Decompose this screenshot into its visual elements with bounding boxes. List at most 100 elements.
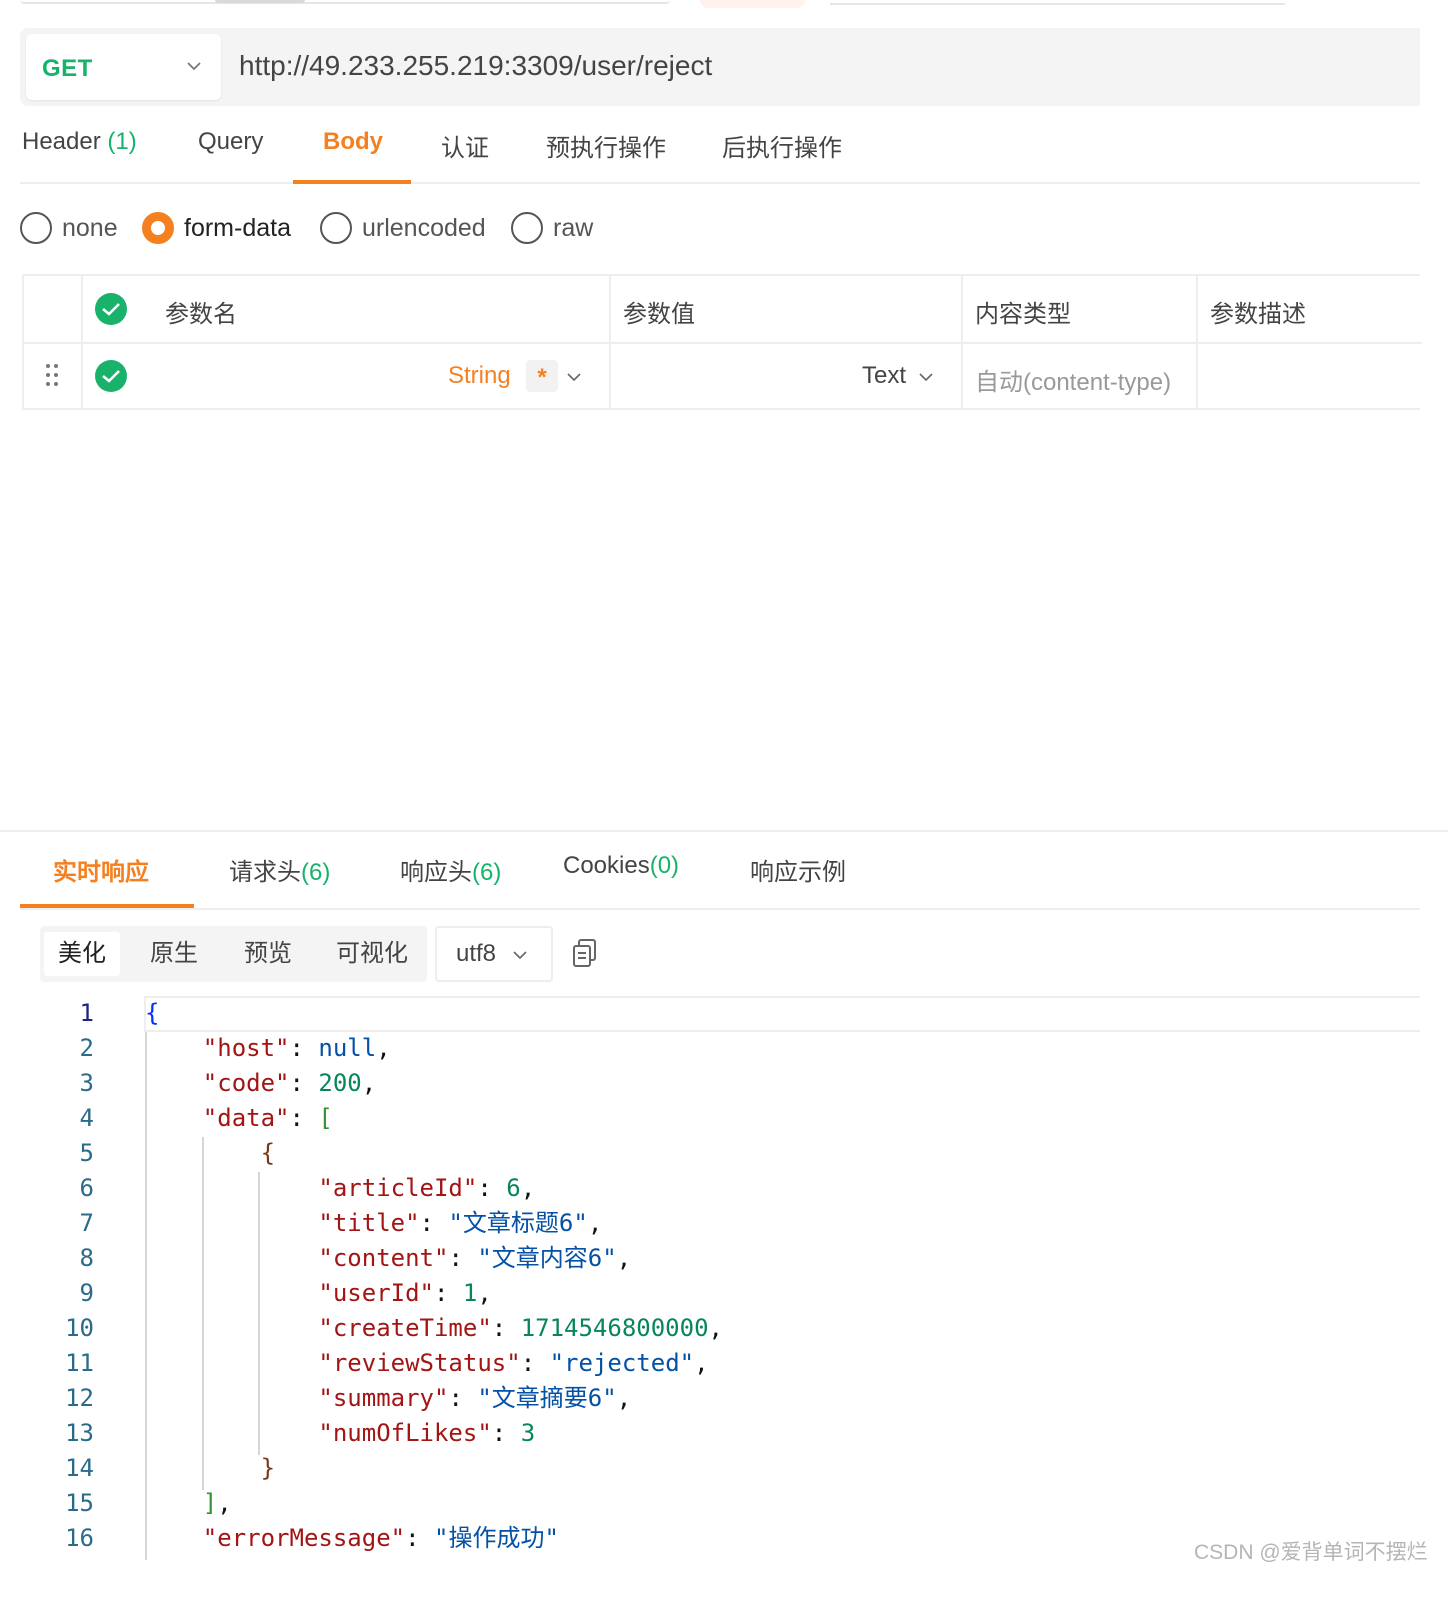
tab-header[interactable]: Header (1) [22,128,137,156]
json-key: "host" [202,1034,290,1062]
line-number: 1 [79,999,94,1027]
chevron-down-icon [187,62,201,71]
tab-count: (6) [472,859,502,886]
tab-label: 实时响应 [53,859,149,886]
header-content-type: 内容类型 [975,301,1071,328]
line-number: 4 [79,1104,94,1132]
header-param-value: 参数值 [623,301,695,328]
tab-label: 响应头 [400,859,472,886]
param-type-select[interactable]: String [448,362,511,390]
code-line: 14 } [40,1451,1420,1486]
method-label: GET [42,55,93,82]
json-value: 200 [318,1069,362,1097]
code-line: 15 ], [40,1486,1420,1521]
tab-response-headers[interactable]: 响应头(6) [400,852,501,887]
code-line: 12 "summary": "文章摘要6", [40,1381,1420,1416]
line-number: 5 [79,1139,94,1167]
tab-cookies[interactable]: Cookies(0) [563,852,679,880]
view-raw[interactable]: 原生 [134,932,214,976]
encoding-select[interactable]: utf8 [435,926,553,982]
code-line: 5 { [40,1136,1420,1171]
json-key: "data" [202,1104,290,1132]
row-checkbox[interactable] [95,360,127,392]
view-pretty[interactable]: 美化 [44,932,120,976]
drag-handle-icon[interactable] [46,364,62,388]
check-icon [102,370,120,383]
json-key: "errorMessage" [202,1524,406,1552]
json-key: "summary" [318,1384,449,1412]
required-toggle[interactable]: * [526,360,558,392]
content-type-input[interactable]: 自动(content-type) [975,362,1171,397]
line-number: 14 [65,1454,94,1482]
line-number: 10 [65,1314,94,1342]
json-key: "content" [318,1244,449,1272]
url-bar: GET http://49.233.255.219:3309/user/reje… [20,28,1420,106]
code-line: 9 "userId": 1, [40,1276,1420,1311]
chevron-down-icon [513,951,527,960]
active-tab-indicator [293,180,411,184]
tab-label: 响应示例 [750,859,846,886]
code-line: 11 "reviewStatus": "rejected", [40,1346,1420,1381]
tab-live-response[interactable]: 实时响应 [53,852,149,887]
json-key: "title" [318,1209,420,1237]
chevron-down-icon[interactable] [919,372,933,382]
line-number: 12 [65,1384,94,1412]
method-select[interactable]: GET [26,34,221,100]
json-value: "文章标题6" [448,1209,588,1237]
tab-request-headers[interactable]: 请求头(6) [229,852,330,887]
value-type-select[interactable]: Text [862,362,906,390]
copy-icon[interactable] [572,938,598,968]
header-param-name: 参数名 [165,301,237,328]
radio-circle [511,212,543,244]
tab-label: 后执行操作 [722,135,842,162]
radio-label: raw [553,214,594,242]
top-strip-accent [700,0,805,8]
line-number: 8 [79,1244,94,1272]
tab-response-examples[interactable]: 响应示例 [750,852,846,887]
url-input[interactable]: http://49.233.255.219:3309/user/reject [239,50,712,82]
header-param-desc: 参数描述 [1210,301,1306,328]
json-key: "numOfLikes" [318,1419,492,1447]
tab-label: Header [22,128,101,155]
tab-body[interactable]: Body [323,128,383,156]
json-key: "reviewStatus" [318,1349,521,1377]
request-tabs: Header (1) Query Body 认证 预执行操作 后执行操作 [20,112,1420,184]
select-all-checkbox[interactable] [95,293,127,325]
line-number: 3 [79,1069,94,1097]
line-number: 11 [65,1349,94,1377]
json-value: "文章摘要6" [477,1384,617,1412]
tab-count: (0) [649,852,680,879]
json-key: "articleId" [318,1174,478,1202]
tab-count: (6) [301,859,331,886]
view-visualize[interactable]: 可视化 [322,932,422,976]
radio-label: urlencoded [362,214,486,242]
json-value: "rejected" [549,1349,695,1377]
view-preview[interactable]: 预览 [228,932,308,976]
json-key: "createTime" [318,1314,492,1342]
json-value: 3 [520,1419,536,1447]
tab-auth[interactable]: 认证 [441,128,489,163]
tab-query[interactable]: Query [198,128,263,156]
radio-circle [20,212,52,244]
response-code-editor[interactable]: 1{ 2 "host": null, 3 "code": 200, 4 "dat… [40,996,1420,1604]
code-line: 8 "content": "文章内容6", [40,1241,1420,1276]
top-strip-segment [830,0,1285,5]
json-value: "操作成功" [434,1524,559,1552]
code-line: 3 "code": 200, [40,1066,1420,1101]
tab-label: Body [323,128,383,155]
top-strip-segment [20,0,670,4]
radio-label: none [62,214,118,242]
tab-post-request[interactable]: 后执行操作 [722,128,842,163]
radio-label: form-data [184,214,291,242]
active-tab-indicator [20,904,194,908]
code-line: 13 "numOfLikes": 3 [40,1416,1420,1451]
code-line: 7 "title": "文章标题6", [40,1206,1420,1241]
tab-pre-request[interactable]: 预执行操作 [546,128,666,163]
code-line: 10 "createTime": 1714546800000, [40,1311,1420,1346]
response-tabs: 实时响应 请求头(6) 响应头(6) Cookies(0) 响应示例 [20,832,1420,910]
json-value: 1714546800000 [520,1314,709,1342]
chevron-down-icon[interactable] [567,372,581,382]
top-strip [20,0,1420,8]
code-line: 1{ [40,996,1420,1031]
tab-label: Query [198,128,264,155]
